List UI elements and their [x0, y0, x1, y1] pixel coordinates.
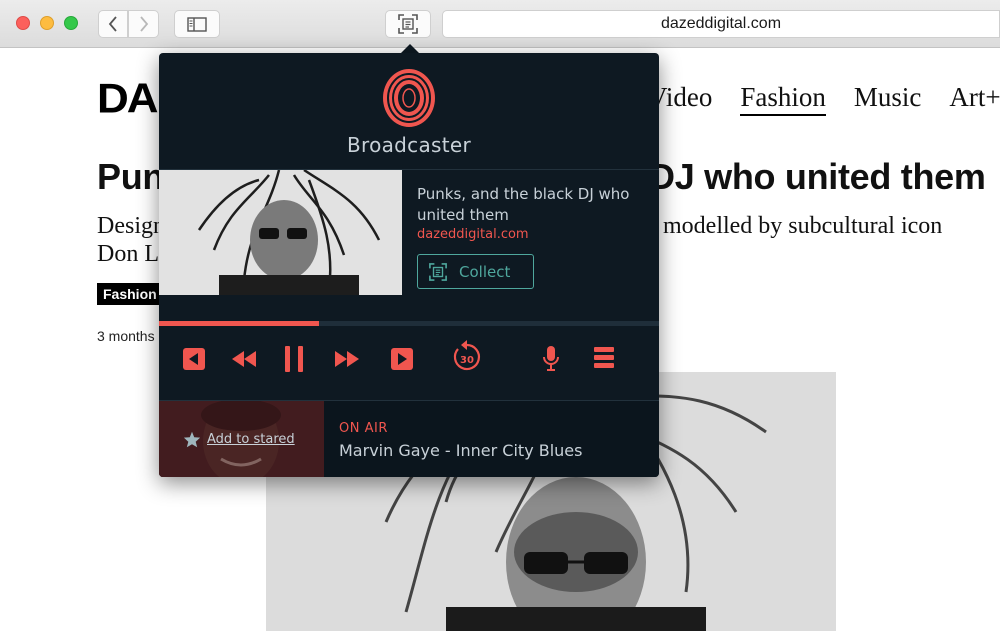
player-controls: 30: [159, 338, 659, 388]
chevron-left-icon: [108, 16, 117, 32]
broadcaster-extension-button[interactable]: [385, 10, 431, 38]
fast-forward-button[interactable]: [334, 350, 360, 368]
article-thumbnail[interactable]: [159, 170, 402, 295]
forward-button[interactable]: [128, 10, 159, 38]
collect-button[interactable]: Collect: [417, 254, 534, 289]
minimize-window-button[interactable]: [40, 16, 54, 30]
sidebar-icon: [187, 16, 207, 32]
add-to-stared-label: Add to stared: [207, 432, 295, 447]
list-icon: [594, 347, 614, 368]
sidebar-toggle-button[interactable]: [174, 10, 220, 38]
now-playing-track: Marvin Gaye - Inner City Blues: [339, 441, 583, 460]
skip-forward-icon: [391, 348, 413, 370]
progress-fill: [159, 321, 319, 326]
close-window-button[interactable]: [16, 16, 30, 30]
pause-button[interactable]: [284, 346, 304, 372]
article-title[interactable]: Punks, and the black DJ who united them: [417, 184, 647, 226]
collect-label: Collect: [459, 262, 511, 281]
browser-toolbar: dazeddigital.com: [0, 0, 1000, 48]
star-icon: [183, 431, 201, 448]
playlist-button[interactable]: [594, 347, 614, 369]
article-photo-icon: [159, 170, 402, 295]
nav-item-music[interactable]: Music: [854, 82, 922, 116]
microphone-button[interactable]: [543, 346, 559, 372]
headline-right-text: DJ who united them: [649, 156, 986, 197]
now-playing-bar: Add to stared ON AIR Marvin Gaye - Inner…: [159, 401, 659, 477]
on-air-status: ON AIR: [339, 421, 388, 436]
url-text: dazeddigital.com: [660, 15, 782, 32]
brand-name: Broadcaster: [346, 133, 472, 157]
skip-back-icon: [183, 348, 205, 370]
playback-progress[interactable]: [159, 321, 659, 326]
back-button[interactable]: [98, 10, 128, 38]
replay-30-label: 30: [460, 355, 474, 366]
album-art: Add to stared: [159, 401, 324, 477]
site-nav: Video Fashion Music Art+Cu: [648, 82, 1000, 116]
subtitle-right-text: modelled by subcultural icon: [663, 213, 943, 239]
rewind-button[interactable]: [231, 350, 257, 368]
rewind-icon: [232, 351, 256, 367]
zoom-window-button[interactable]: [64, 16, 78, 30]
nav-item-art-culture[interactable]: Art+Cu: [949, 82, 1000, 116]
fast-forward-icon: [335, 351, 359, 367]
chevron-right-icon: [139, 16, 148, 32]
replay-30-icon: 30: [453, 340, 480, 371]
add-to-stared-link[interactable]: Add to stared: [183, 431, 295, 448]
nav-item-fashion[interactable]: Fashion: [740, 82, 826, 116]
previous-track-button[interactable]: [183, 348, 205, 370]
microphone-icon: [543, 346, 559, 371]
collect-icon: [429, 262, 447, 281]
site-logo[interactable]: DA: [97, 75, 159, 123]
replay-30-button[interactable]: 30: [452, 340, 482, 372]
headline-left-text: Pun: [97, 156, 165, 197]
article-source[interactable]: dazeddigital.com: [417, 227, 529, 242]
address-bar[interactable]: dazeddigital.com: [442, 10, 1000, 38]
article-date: 3 months: [97, 328, 155, 344]
category-tag[interactable]: Fashion: [97, 283, 163, 305]
broadcaster-logo-icon: [383, 69, 435, 127]
broadcaster-popover: Broadcaster Punks, and the black DJ who …: [159, 53, 659, 477]
collect-frame-icon: [398, 14, 418, 34]
pause-icon: [285, 346, 303, 372]
next-track-button[interactable]: [391, 348, 413, 370]
subtitle-left-text: Design: [97, 213, 165, 239]
